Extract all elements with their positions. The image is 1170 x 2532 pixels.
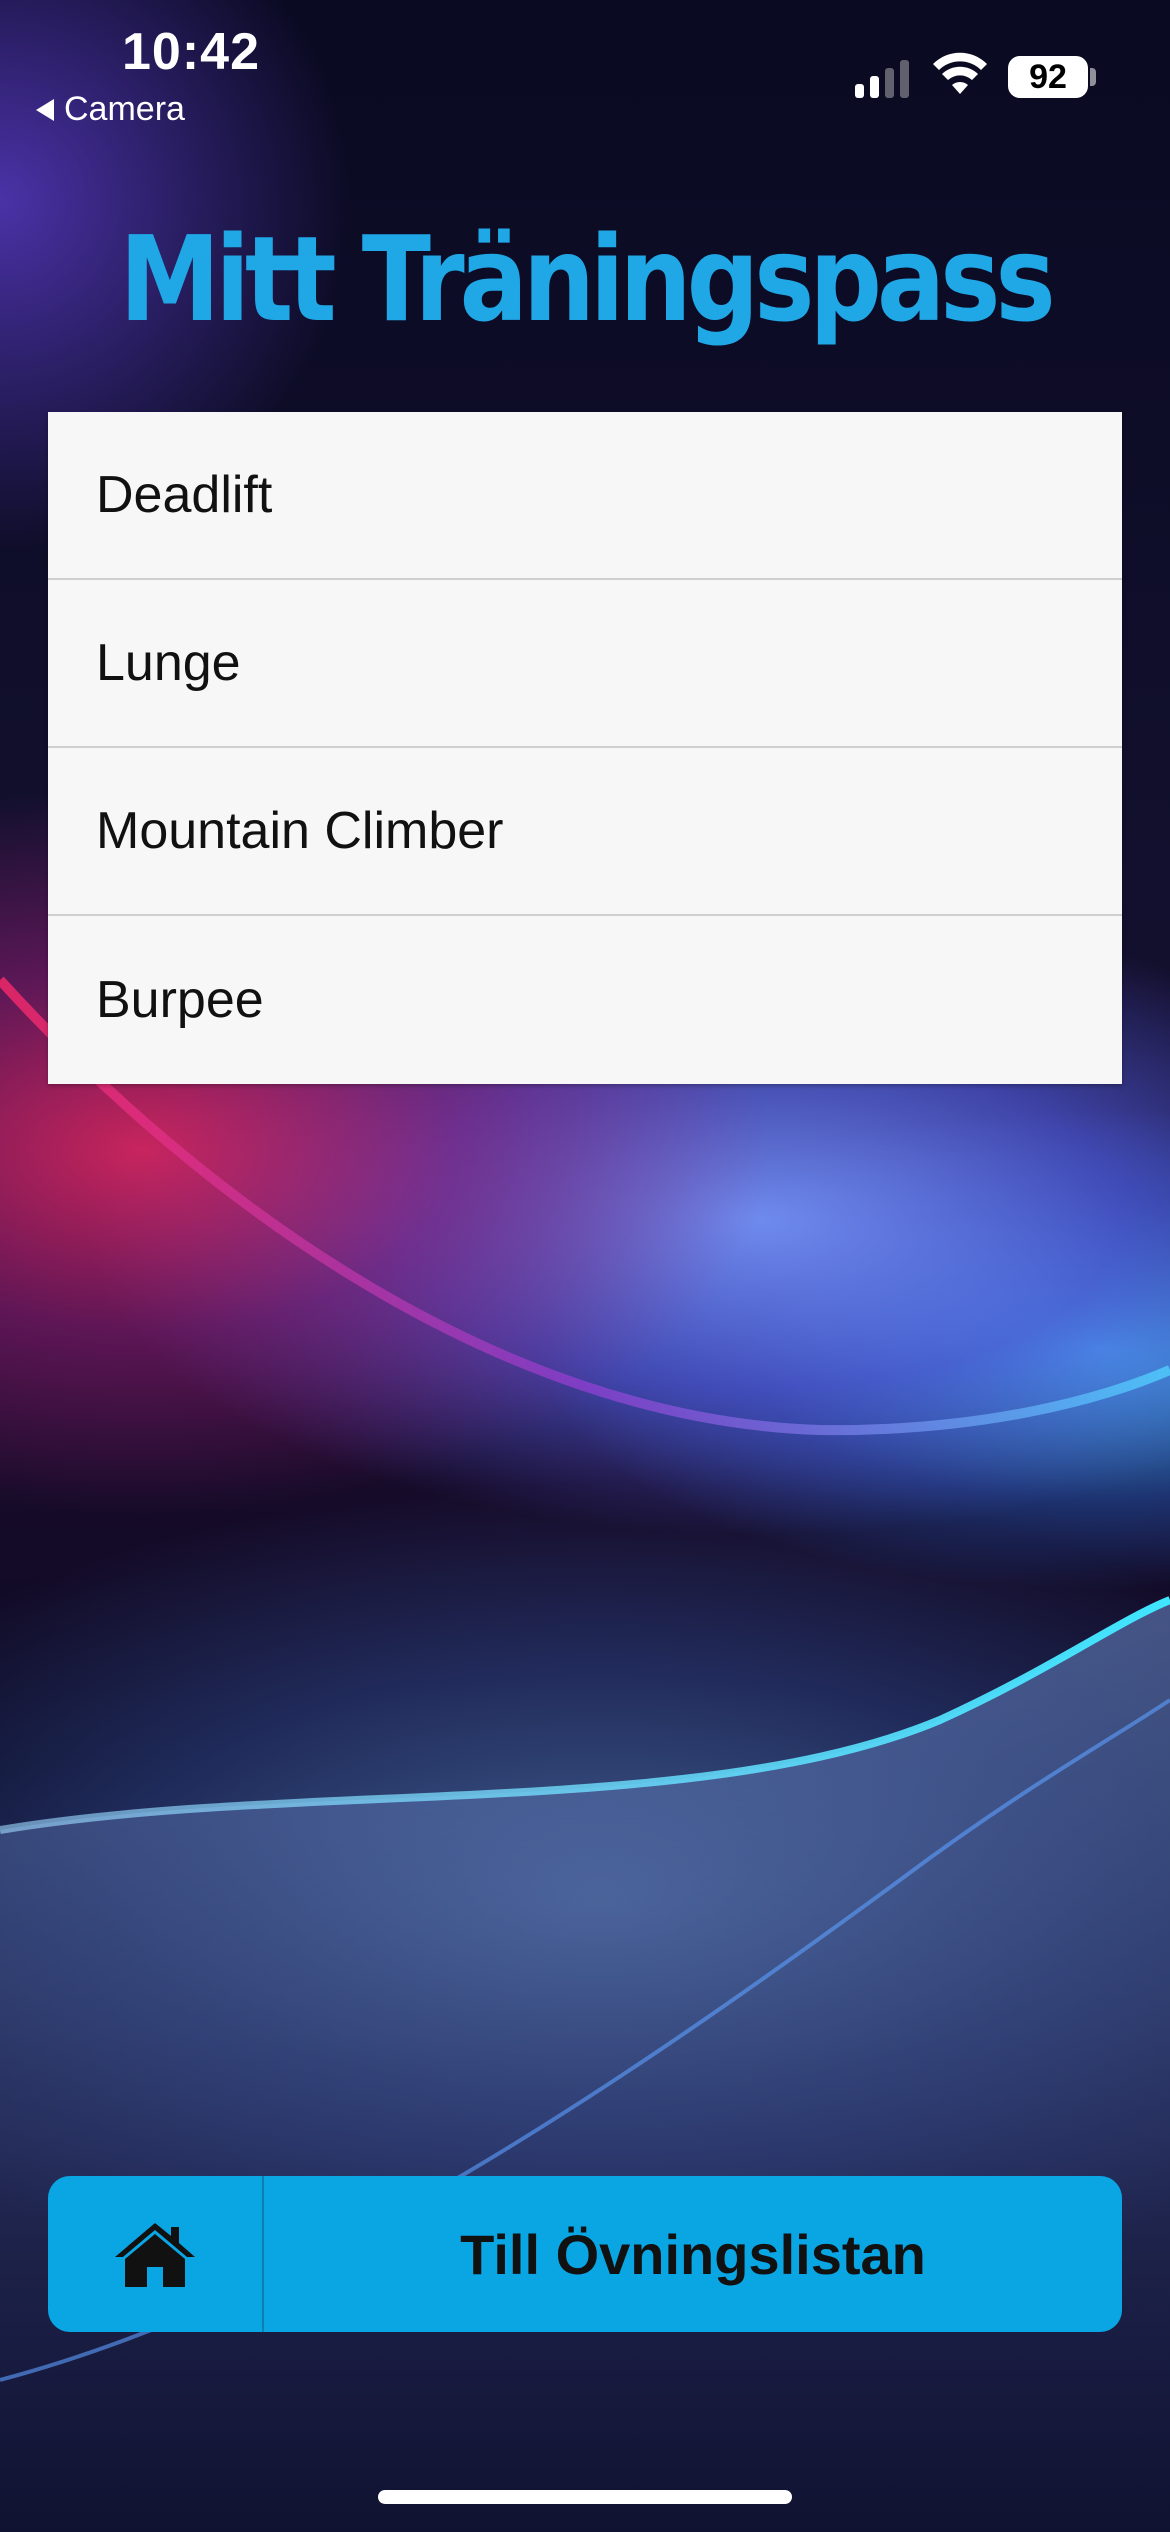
background-wave xyxy=(0,976,1170,2532)
exercise-label: Deadlift xyxy=(96,466,273,524)
exercise-item[interactable]: Burpee xyxy=(48,916,1122,1084)
bottom-action-bar: Till Övningslistan xyxy=(48,2176,1122,2332)
battery-level: 92 xyxy=(1029,57,1067,96)
exercise-label: Burpee xyxy=(96,971,264,1029)
exercise-list-button[interactable]: Till Övningslistan xyxy=(264,2176,1122,2332)
exercise-list: Deadlift Lunge Mountain Climber Burpee xyxy=(48,412,1122,1084)
back-arrow-icon xyxy=(36,98,54,121)
exercise-item[interactable]: Lunge xyxy=(48,580,1122,748)
exercise-list-button-label: Till Övningslistan xyxy=(460,2222,926,2286)
wifi-icon xyxy=(933,52,987,94)
back-to-camera-link[interactable]: Camera xyxy=(36,90,185,129)
cellular-signal-icon xyxy=(855,58,909,98)
home-indicator[interactable] xyxy=(378,2490,792,2504)
exercise-item[interactable]: Mountain Climber xyxy=(48,748,1122,916)
back-to-camera-label: Camera xyxy=(64,90,185,128)
exercise-label: Mountain Climber xyxy=(96,802,504,860)
exercise-item[interactable]: Deadlift xyxy=(48,412,1122,580)
home-button[interactable] xyxy=(48,2176,264,2332)
page-title: Mitt Träningspass xyxy=(119,210,1055,348)
status-time: 10:42 xyxy=(122,23,260,81)
status-bar: 10:42 Camera 92 xyxy=(0,0,1170,140)
home-icon xyxy=(115,2223,195,2287)
battery-icon: 92 xyxy=(1008,56,1088,98)
exercise-label: Lunge xyxy=(96,634,241,692)
battery-tip xyxy=(1090,68,1096,86)
